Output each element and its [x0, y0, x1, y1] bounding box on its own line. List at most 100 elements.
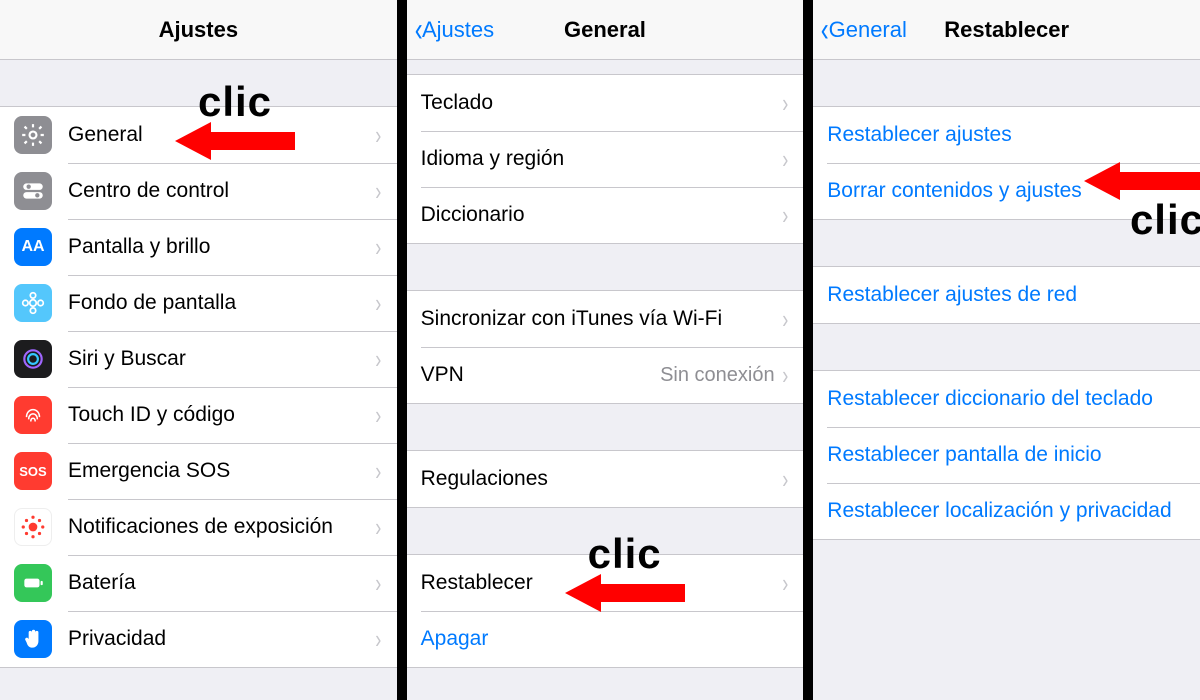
row-label: Teclado [421, 91, 781, 115]
group-reset: Restablecer › Apagar [407, 554, 804, 668]
row-label: Privacidad [68, 627, 374, 651]
section-gap [407, 508, 804, 554]
section-gap [0, 60, 397, 106]
chevron-right-icon: › [375, 512, 381, 543]
row-shutdown[interactable]: Apagar [407, 611, 804, 667]
row-label: Pantalla y brillo [68, 235, 374, 259]
row-vpn[interactable]: VPN Sin conexión › [407, 347, 804, 403]
row-battery[interactable]: Batería › [0, 555, 397, 611]
navbar-title: Restablecer [944, 17, 1069, 43]
row-label: Centro de control [68, 179, 374, 203]
row-control-center[interactable]: Centro de control › [0, 163, 397, 219]
row-label: Notificaciones de exposición [68, 515, 374, 539]
group-regulatory: Regulaciones › [407, 450, 804, 508]
chevron-right-icon: › [375, 624, 381, 655]
section-gap [407, 404, 804, 450]
row-label: Restablecer localización y privacidad [827, 499, 1186, 523]
navbar-title: Ajustes [159, 17, 238, 43]
chevron-right-icon: › [375, 176, 381, 207]
row-reset-settings[interactable]: Restablecer ajustes [813, 107, 1200, 163]
row-label: Restablecer ajustes de red [827, 283, 1186, 307]
row-sos[interactable]: SOS Emergencia SOS › [0, 443, 397, 499]
hand-icon [14, 620, 52, 658]
siri-icon [14, 340, 52, 378]
row-label: Diccionario [421, 203, 781, 227]
toggles-icon [14, 172, 52, 210]
chevron-right-icon: › [375, 400, 381, 431]
chevron-right-icon: › [375, 288, 381, 319]
row-reset-keyboard-dict[interactable]: Restablecer diccionario del teclado [813, 371, 1200, 427]
row-language-region[interactable]: Idioma y región › [407, 131, 804, 187]
row-reset[interactable]: Restablecer › [407, 555, 804, 611]
reset-panel: ‹ General Restablecer Restablecer ajuste… [813, 0, 1200, 700]
row-reset-network[interactable]: Restablecer ajustes de red [813, 267, 1200, 323]
gear-icon [14, 116, 52, 154]
row-label: Restablecer ajustes [827, 123, 1186, 147]
settings-group: General › Centro de control › AA Pantall… [0, 106, 397, 668]
row-reset-location-privacy[interactable]: Restablecer localización y privacidad [813, 483, 1200, 539]
chevron-right-icon: › [782, 360, 788, 391]
row-detail: Sin conexión [660, 364, 775, 387]
navbar: ‹ Ajustes General [407, 0, 804, 60]
row-erase-all[interactable]: Borrar contenidos y ajustes [813, 163, 1200, 219]
row-label: Fondo de pantalla [68, 291, 374, 315]
chevron-right-icon: › [782, 144, 788, 175]
chevron-right-icon: › [375, 568, 381, 599]
navbar: Ajustes [0, 0, 397, 60]
section-gap [407, 60, 804, 74]
row-label: Sincronizar con iTunes vía Wi-Fi [421, 307, 781, 331]
chevron-left-icon: ‹ [414, 13, 422, 47]
group-reset-other: Restablecer diccionario del teclado Rest… [813, 370, 1200, 540]
group-network: Sincronizar con iTunes vía Wi-Fi › VPN S… [407, 290, 804, 404]
chevron-right-icon: › [375, 120, 381, 151]
row-label: Idioma y región [421, 147, 781, 171]
row-privacy[interactable]: Privacidad › [0, 611, 397, 667]
back-label: General [829, 17, 907, 43]
back-label: Ajustes [422, 17, 494, 43]
group-language: Teclado › Idioma y región › Diccionario … [407, 74, 804, 244]
row-label: Touch ID y código [68, 403, 374, 427]
section-gap [813, 220, 1200, 266]
sos-icon: SOS [14, 452, 52, 490]
chevron-right-icon: › [375, 232, 381, 263]
row-wallpaper[interactable]: Fondo de pantalla › [0, 275, 397, 331]
row-label: Batería [68, 571, 374, 595]
exposure-icon [14, 508, 52, 546]
row-label: Apagar [421, 627, 790, 651]
row-label: Restablecer pantalla de inicio [827, 443, 1186, 467]
navbar-title: General [564, 17, 646, 43]
section-gap [813, 60, 1200, 106]
navbar: ‹ General Restablecer [813, 0, 1200, 60]
row-label: Emergencia SOS [68, 459, 374, 483]
row-regulatory[interactable]: Regulaciones › [407, 451, 804, 507]
section-gap [407, 244, 804, 290]
row-exposure[interactable]: Notificaciones de exposición › [0, 499, 397, 555]
back-button[interactable]: ‹ Ajustes [413, 13, 494, 47]
chevron-left-icon: ‹ [821, 13, 829, 47]
flower-icon [14, 284, 52, 322]
group-reset-network: Restablecer ajustes de red [813, 266, 1200, 324]
general-panel: ‹ Ajustes General Teclado › Idioma y reg… [407, 0, 804, 700]
chevron-right-icon: › [782, 304, 788, 335]
row-touchid[interactable]: Touch ID y código › [0, 387, 397, 443]
row-siri[interactable]: Siri y Buscar › [0, 331, 397, 387]
chevron-right-icon: › [375, 344, 381, 375]
section-gap [813, 324, 1200, 370]
row-dictionary[interactable]: Diccionario › [407, 187, 804, 243]
chevron-right-icon: › [782, 568, 788, 599]
row-reset-home[interactable]: Restablecer pantalla de inicio [813, 427, 1200, 483]
row-label: General [68, 123, 374, 147]
row-display[interactable]: AA Pantalla y brillo › [0, 219, 397, 275]
row-label: VPN [421, 363, 660, 387]
row-general[interactable]: General › [0, 107, 397, 163]
row-label: Regulaciones [421, 467, 781, 491]
row-keyboard[interactable]: Teclado › [407, 75, 804, 131]
chevron-right-icon: › [782, 200, 788, 231]
battery-icon [14, 564, 52, 602]
chevron-right-icon: › [375, 456, 381, 487]
fingerprint-icon [14, 396, 52, 434]
back-button[interactable]: ‹ General [819, 13, 907, 47]
row-itunes-wifi[interactable]: Sincronizar con iTunes vía Wi-Fi › [407, 291, 804, 347]
chevron-right-icon: › [782, 88, 788, 119]
group-reset-main: Restablecer ajustes Borrar contenidos y … [813, 106, 1200, 220]
